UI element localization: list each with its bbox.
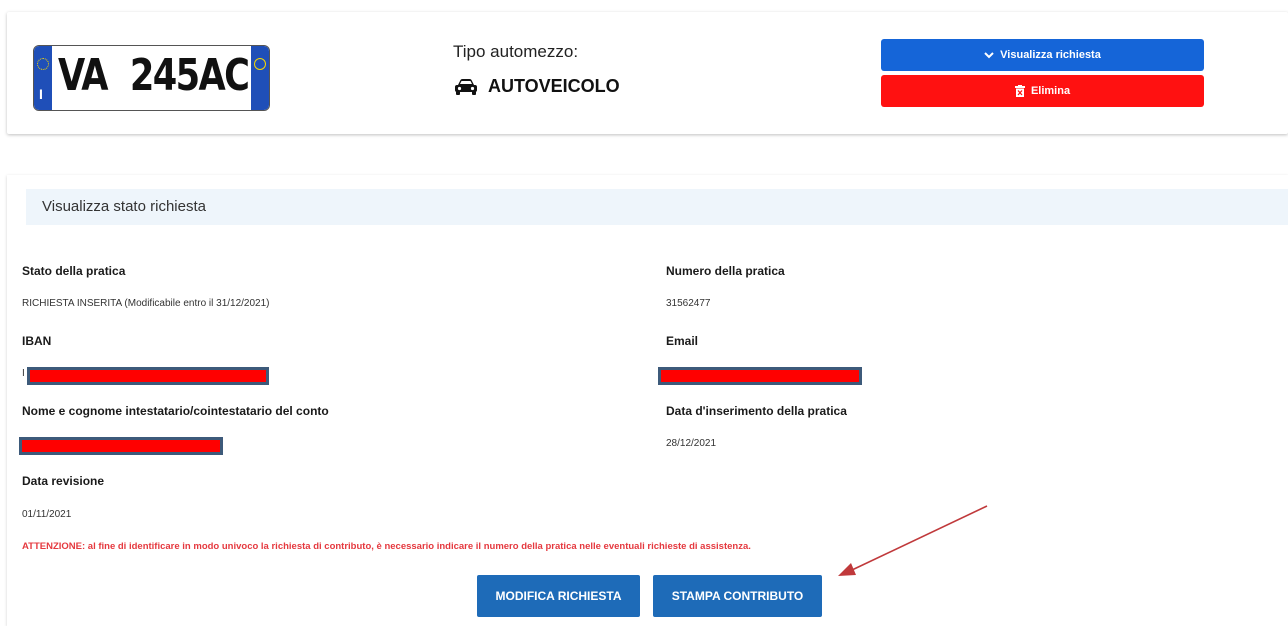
plate-right-band xyxy=(251,46,269,110)
account-holder-label: Nome e cognome intestatario/cointestatar… xyxy=(22,404,329,418)
account-holder-redaction xyxy=(19,437,223,455)
trash-icon xyxy=(1014,85,1025,97)
vehicle-type-label: Tipo automezzo: xyxy=(453,42,579,61)
revision-date-value: 01/11/2021 xyxy=(22,509,72,520)
request-details-card: Visualizza stato richiesta Stato della p… xyxy=(7,175,1288,626)
status-value: RICHIESTA INSERITA (Modificabile entro i… xyxy=(22,298,270,309)
warning-notice: ATTENZIONE: al fine di identificare in m… xyxy=(22,541,751,552)
plate-country-code: I xyxy=(39,86,43,102)
plate-eu-band: I xyxy=(34,46,52,110)
view-request-button[interactable]: Visualizza richiesta xyxy=(881,39,1204,71)
view-request-label: Visualizza richiesta xyxy=(1000,49,1101,61)
request-number-value: 31562477 xyxy=(666,298,711,309)
delete-label: Elimina xyxy=(1030,85,1071,97)
plate-region-circle-icon xyxy=(254,58,266,70)
plate-number-left: VA xyxy=(58,50,109,101)
status-label: Stato della pratica xyxy=(22,264,126,278)
iban-label: IBAN xyxy=(22,334,52,348)
section-header: Visualizza stato richiesta xyxy=(26,189,1288,225)
request-number-label: Numero della pratica xyxy=(666,264,785,278)
plate-number: VA 245AC xyxy=(58,50,250,101)
chevron-down-icon xyxy=(984,51,994,59)
license-plate: I VA 245AC xyxy=(33,45,270,111)
edit-request-button[interactable]: MODIFICA RICHIESTA xyxy=(477,575,640,617)
insert-date-label: Data d'inserimento della pratica xyxy=(666,404,847,418)
vehicle-type-value: AUTOVEICOLO xyxy=(453,76,620,97)
eu-stars-icon xyxy=(37,58,49,70)
delete-button[interactable]: Elimina xyxy=(881,75,1204,107)
vehicle-card: I VA 245AC Tipo automezzo: AUTOVEICOLO V… xyxy=(7,12,1288,134)
vehicle-type-text: AUTOVEICOLO xyxy=(488,76,620,96)
section-title: Visualizza stato richiesta xyxy=(42,198,206,215)
revision-date-label: Data revisione xyxy=(22,474,105,488)
iban-value: I xyxy=(22,368,25,379)
insert-date-value: 28/12/2021 xyxy=(666,438,717,449)
iban-redaction xyxy=(27,367,269,385)
plate-number-right: 245AC xyxy=(129,50,250,101)
email-label: Email xyxy=(666,334,699,348)
car-icon xyxy=(455,78,477,95)
print-contribution-button[interactable]: STAMPA CONTRIBUTO xyxy=(653,575,822,617)
email-redaction xyxy=(658,367,862,385)
